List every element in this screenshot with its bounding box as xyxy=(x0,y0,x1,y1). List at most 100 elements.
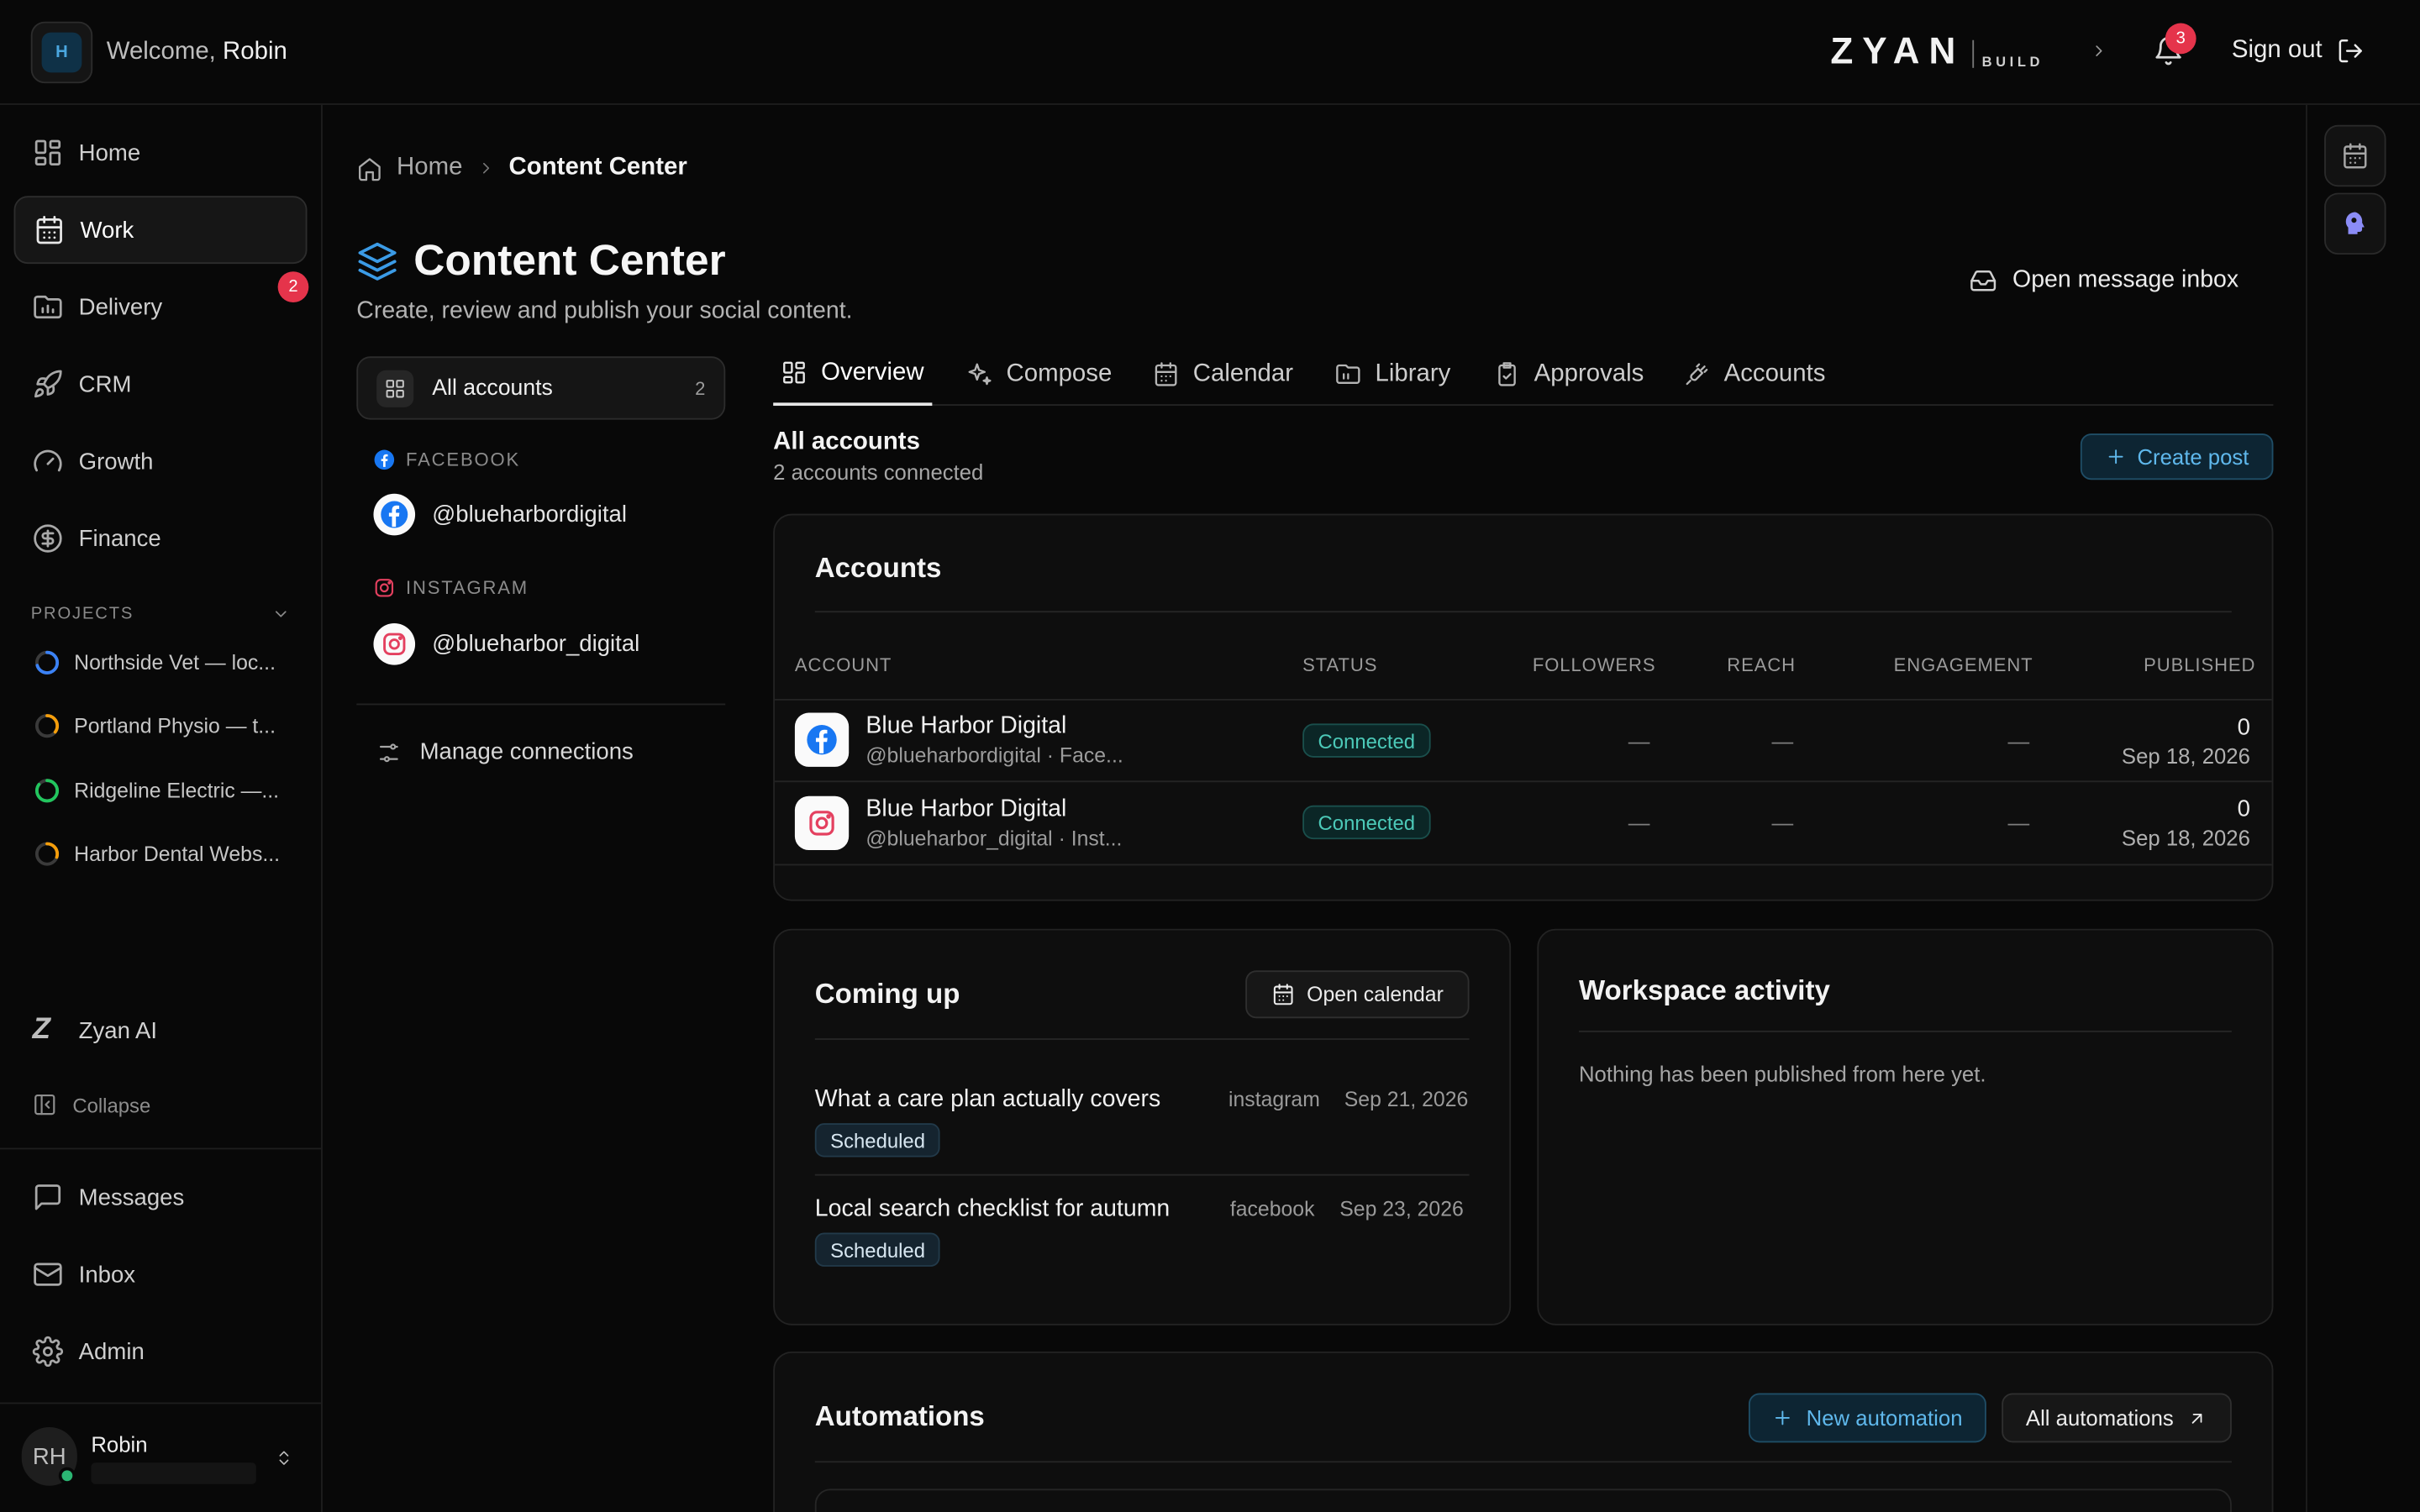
workspace-avatar[interactable]: H xyxy=(30,21,93,84)
tab-accounts[interactable]: Accounts xyxy=(1676,343,1833,406)
sidebar-item-finance[interactable]: Finance xyxy=(14,505,308,573)
brand-logo[interactable]: ZYAN BUILD xyxy=(1830,30,2044,73)
plug-icon xyxy=(1684,361,1710,387)
project-label: Ridgeline Electric —... xyxy=(74,779,280,803)
breadcrumb-home[interactable]: Home xyxy=(397,155,462,182)
overview-subtitle: 2 accounts connected xyxy=(773,459,984,485)
arrow-up-right-icon xyxy=(2187,1408,2207,1428)
account-filter-facebook[interactable]: @blueharbordigital xyxy=(373,493,627,536)
row-divider xyxy=(775,864,2272,866)
logout-icon xyxy=(2336,37,2364,65)
welcome-text: Welcome, Robin xyxy=(106,38,287,66)
instagram-icon xyxy=(383,633,406,655)
post-date: Sep 21, 2026 xyxy=(1344,1087,1469,1111)
column-header-published[interactable]: PUBLISHED xyxy=(2144,654,2255,676)
progress-ring-icon xyxy=(34,714,60,738)
account-filter-instagram[interactable]: @blueharbor_digital xyxy=(373,623,639,665)
user-menu[interactable]: RH Robin xyxy=(21,1426,300,1488)
gear-icon xyxy=(32,1336,64,1368)
column-header-reach[interactable]: REACH xyxy=(1727,654,1796,676)
column-header-followers[interactable]: FOLLOWERS xyxy=(1533,654,1656,676)
folder-chart-icon xyxy=(33,291,64,323)
chevron-right-icon[interactable] xyxy=(2090,40,2108,62)
sidebar-item-home[interactable]: Home xyxy=(14,118,308,186)
online-status-dot xyxy=(58,1467,76,1484)
logo-mark: ZYAN xyxy=(1830,30,1965,73)
home-icon[interactable] xyxy=(356,155,382,181)
project-item[interactable]: Ridgeline Electric —... xyxy=(34,778,296,804)
tab-calendar[interactable]: Calendar xyxy=(1145,343,1301,406)
project-label: Portland Physio — t... xyxy=(74,714,276,738)
project-item[interactable]: Harbor Dental Webs... xyxy=(34,841,296,867)
rail-calendar-button[interactable] xyxy=(2324,124,2386,187)
followers-value: — xyxy=(1628,810,1650,835)
tab-compose[interactable]: Compose xyxy=(959,343,1120,406)
sidebar-item-crm[interactable]: CRM xyxy=(14,350,308,418)
automation-list-container xyxy=(814,1488,2232,1512)
panel-divider xyxy=(356,703,726,706)
chevron-down-icon[interactable] xyxy=(271,605,290,623)
facebook-group-label: FACEBOOK xyxy=(373,449,520,470)
column-header-engagement[interactable]: ENGAGEMENT xyxy=(1894,654,2033,676)
sidebar-item-work[interactable]: Work xyxy=(13,196,308,265)
workspace-initial: H xyxy=(41,32,82,73)
tab-approvals[interactable]: Approvals xyxy=(1486,343,1652,406)
logo-divider xyxy=(1972,39,1975,68)
project-item[interactable]: Portland Physio — t... xyxy=(34,713,296,739)
sidebar-item-admin[interactable]: Admin xyxy=(14,1318,308,1386)
all-accounts-count: 2 xyxy=(695,377,706,399)
open-message-inbox-button[interactable]: Open message inbox xyxy=(1970,267,2238,295)
list-divider xyxy=(814,1173,1470,1176)
account-handle: @blueharbordigital · Face... xyxy=(865,743,1123,767)
published-date: Sep 18, 2026 xyxy=(2121,743,2250,769)
work-badge: 2 xyxy=(277,271,309,302)
chevron-up-down-icon[interactable] xyxy=(275,1446,293,1470)
chevron-right-icon xyxy=(476,159,495,177)
all-accounts-label: All accounts xyxy=(432,375,553,401)
project-item[interactable]: Northside Vet — loc... xyxy=(34,649,296,675)
zyan-logo-icon: Z xyxy=(32,1013,50,1047)
row-divider xyxy=(775,699,2272,701)
tab-library[interactable]: Library xyxy=(1328,343,1459,406)
progress-ring-icon xyxy=(34,779,60,803)
top-bar: H Welcome, Robin ZYAN BUILD 3 Sign out xyxy=(0,0,2420,105)
manage-connections-button[interactable]: Manage connections xyxy=(376,739,634,765)
user-email-placeholder xyxy=(91,1462,256,1484)
published-count: 0 xyxy=(2237,714,2250,741)
sidebar-item-messages[interactable]: Messages xyxy=(14,1163,308,1231)
sidebar-item-delivery[interactable]: Delivery xyxy=(14,273,308,341)
sidebar-item-inbox[interactable]: Inbox xyxy=(14,1241,308,1309)
tab-overview[interactable]: Overview xyxy=(773,343,932,407)
right-rail xyxy=(2306,104,2420,1512)
column-header-status[interactable]: STATUS xyxy=(1302,654,1377,676)
sidebar-divider xyxy=(0,1147,322,1150)
open-calendar-button[interactable]: Open calendar xyxy=(1245,970,1470,1019)
zyan-ai-button[interactable]: Z Zyan AI xyxy=(32,1013,158,1047)
calendar-icon xyxy=(1153,361,1179,387)
project-label: Northside Vet — loc... xyxy=(74,651,276,675)
projects-heading[interactable]: PROJECTS xyxy=(31,605,291,623)
folder-icon xyxy=(1335,361,1361,387)
status-badge: Scheduled xyxy=(814,1123,941,1158)
sidebar-divider xyxy=(0,1402,322,1404)
rail-ai-assistant-button[interactable] xyxy=(2324,192,2386,255)
post-date: Sep 23, 2026 xyxy=(1339,1197,1464,1221)
create-post-button[interactable]: Create post xyxy=(2080,433,2274,480)
all-accounts-filter[interactable]: All accounts 2 xyxy=(356,356,726,420)
brain-head-icon xyxy=(2345,212,2365,234)
column-header-account[interactable]: ACCOUNT xyxy=(795,654,892,676)
followers-value: — xyxy=(1628,727,1650,753)
engagement-value: — xyxy=(2007,727,2030,753)
calendar-icon xyxy=(1271,983,1295,1006)
sign-out-button[interactable]: Sign out xyxy=(2232,37,2364,65)
account-name: Blue Harbor Digital xyxy=(865,795,1067,822)
all-automations-button[interactable]: All automations xyxy=(2002,1393,2232,1443)
sidebar-item-growth[interactable]: Growth xyxy=(14,428,308,496)
card-divider xyxy=(1578,1030,2232,1032)
progress-ring-icon xyxy=(34,842,60,866)
coming-up-title: Coming up xyxy=(814,978,960,1010)
collapse-sidebar-button[interactable]: Collapse xyxy=(33,1092,151,1116)
new-automation-button[interactable]: New automation xyxy=(1748,1393,1986,1443)
automations-title: Automations xyxy=(814,1400,985,1432)
reach-value: — xyxy=(1771,810,1794,835)
